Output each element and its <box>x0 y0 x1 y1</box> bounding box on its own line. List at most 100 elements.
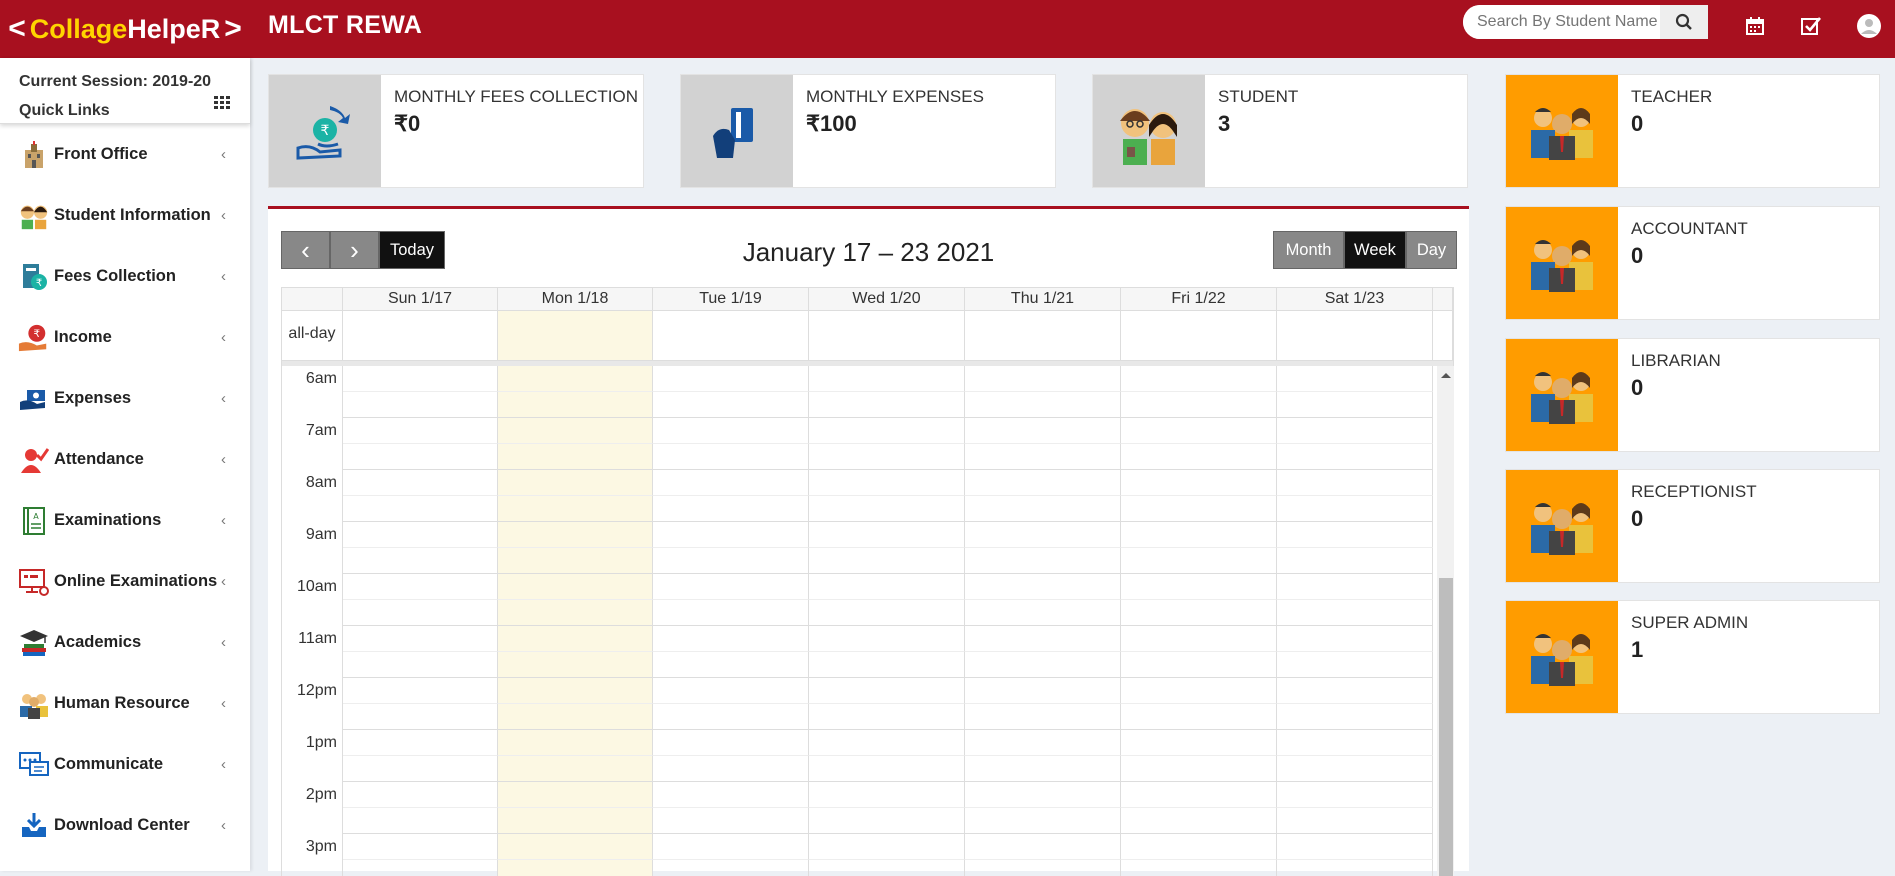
time-slot-cell[interactable] <box>809 652 965 678</box>
time-slot-cell[interactable] <box>653 366 809 392</box>
time-slot-cell[interactable] <box>1277 782 1433 808</box>
time-slot-cell[interactable] <box>1121 704 1277 730</box>
time-slot-cell[interactable] <box>809 496 965 522</box>
time-slot-cell[interactable] <box>653 444 809 470</box>
time-slot-cell[interactable] <box>1121 444 1277 470</box>
student-card[interactable]: STUDENT 3 <box>1092 74 1468 188</box>
time-slot-cell[interactable] <box>653 418 809 444</box>
time-slot-cell[interactable] <box>1121 860 1277 876</box>
quick-links[interactable]: Quick Links <box>19 96 231 125</box>
search-input[interactable] <box>1463 5 1661 39</box>
time-slot-cell[interactable] <box>653 808 809 834</box>
time-slot-cell[interactable] <box>1121 600 1277 626</box>
user-avatar-icon[interactable] <box>1856 13 1882 39</box>
teacher-card[interactable]: TEACHER 0 <box>1505 74 1880 188</box>
time-slot-cell[interactable] <box>498 860 653 876</box>
time-slot-cell[interactable] <box>1277 522 1433 548</box>
app-logo[interactable]: < Collage HelpeR > <box>0 0 250 58</box>
librarian-card[interactable]: LIBRARIAN 0 <box>1505 338 1880 452</box>
time-slot-cell[interactable] <box>809 860 965 876</box>
time-slot-cell[interactable] <box>343 496 498 522</box>
all-day-cell[interactable] <box>965 311 1121 360</box>
time-slot-cell[interactable] <box>343 860 498 876</box>
time-slot-cell[interactable] <box>653 678 809 704</box>
all-day-cell[interactable] <box>653 311 809 360</box>
time-slot-cell[interactable] <box>965 392 1121 418</box>
time-slot-cell[interactable] <box>809 626 965 652</box>
time-grid-scrollbar[interactable] <box>1437 366 1454 876</box>
time-slot-cell[interactable] <box>653 704 809 730</box>
time-slot-cell[interactable] <box>343 652 498 678</box>
time-slot-cell[interactable] <box>653 548 809 574</box>
time-slot-cell[interactable] <box>1121 496 1277 522</box>
day-header[interactable]: Mon 1/18 <box>498 288 653 310</box>
sidebar-item-communicate[interactable]: Communicate ‹ <box>0 734 250 795</box>
time-slot-cell[interactable] <box>343 366 498 392</box>
super-admin-card[interactable]: SUPER ADMIN 1 <box>1505 600 1880 714</box>
time-slot-cell[interactable] <box>498 444 653 470</box>
time-slot-cell[interactable] <box>1121 470 1277 496</box>
time-slot-cell[interactable] <box>1277 730 1433 756</box>
scrollbar-thumb[interactable] <box>1439 578 1453 876</box>
grid-icon[interactable] <box>214 96 230 110</box>
time-slot-cell[interactable] <box>965 704 1121 730</box>
time-slot-cell[interactable] <box>965 496 1121 522</box>
time-slot-cell[interactable] <box>343 834 498 860</box>
time-slot-cell[interactable] <box>343 626 498 652</box>
week-view-button[interactable]: Week <box>1344 231 1406 269</box>
time-slot-cell[interactable] <box>498 626 653 652</box>
time-slot-cell[interactable] <box>809 808 965 834</box>
time-slot-cell[interactable] <box>1277 496 1433 522</box>
time-slot-cell[interactable] <box>343 548 498 574</box>
time-slot-cell[interactable] <box>809 392 965 418</box>
time-slot-cell[interactable] <box>1277 548 1433 574</box>
time-slot-cell[interactable] <box>653 756 809 782</box>
time-slot-cell[interactable] <box>1277 600 1433 626</box>
time-slot-cell[interactable] <box>1277 652 1433 678</box>
time-slot-cell[interactable] <box>1121 652 1277 678</box>
time-slot-cell[interactable] <box>498 548 653 574</box>
time-slot-cell[interactable] <box>653 782 809 808</box>
time-slot-cell[interactable] <box>1121 834 1277 860</box>
sidebar-item-examinations[interactable]: A Examinations ‹ <box>0 490 250 551</box>
time-slot-cell[interactable] <box>343 418 498 444</box>
calendar-icon[interactable] <box>1742 13 1768 39</box>
time-slot-cell[interactable] <box>965 366 1121 392</box>
time-slot-cell[interactable] <box>1277 392 1433 418</box>
time-slot-cell[interactable] <box>1121 522 1277 548</box>
time-slot-cell[interactable] <box>965 782 1121 808</box>
time-slot-cell[interactable] <box>498 652 653 678</box>
time-slot-cell[interactable] <box>498 600 653 626</box>
time-slot-cell[interactable] <box>653 626 809 652</box>
time-slot-cell[interactable] <box>343 730 498 756</box>
time-slot-cell[interactable] <box>1121 392 1277 418</box>
time-slot-cell[interactable] <box>809 470 965 496</box>
time-slot-cell[interactable] <box>1121 418 1277 444</box>
time-slot-cell[interactable] <box>653 730 809 756</box>
time-slot-cell[interactable] <box>1277 860 1433 876</box>
time-slot-cell[interactable] <box>1277 574 1433 600</box>
time-slot-cell[interactable] <box>965 678 1121 704</box>
time-slot-cell[interactable] <box>965 522 1121 548</box>
sidebar-item-student-information[interactable]: Student Information ‹ <box>0 185 250 246</box>
time-slot-cell[interactable] <box>1277 444 1433 470</box>
time-slot-cell[interactable] <box>1277 626 1433 652</box>
time-slot-cell[interactable] <box>1121 366 1277 392</box>
time-slot-cell[interactable] <box>965 860 1121 876</box>
time-slot-cell[interactable] <box>343 808 498 834</box>
time-slot-cell[interactable] <box>809 548 965 574</box>
search-button[interactable] <box>1660 5 1708 39</box>
current-session[interactable]: Current Session: 2019-20 <box>19 67 231 96</box>
all-day-cell[interactable] <box>809 311 965 360</box>
task-checkbox-icon[interactable] <box>1798 13 1824 39</box>
time-slot-cell[interactable] <box>965 470 1121 496</box>
time-slot-cell[interactable] <box>1277 366 1433 392</box>
sidebar-item-front-office[interactable]: Front Office ‹ <box>0 124 250 185</box>
sidebar-item-download-center[interactable]: Download Center ‹ <box>0 795 250 856</box>
time-slot-cell[interactable] <box>343 392 498 418</box>
time-slot-cell[interactable] <box>498 574 653 600</box>
time-slot-cell[interactable] <box>1277 756 1433 782</box>
time-slot-cell[interactable] <box>653 522 809 548</box>
time-slot-cell[interactable] <box>965 600 1121 626</box>
time-slot-cell[interactable] <box>343 574 498 600</box>
